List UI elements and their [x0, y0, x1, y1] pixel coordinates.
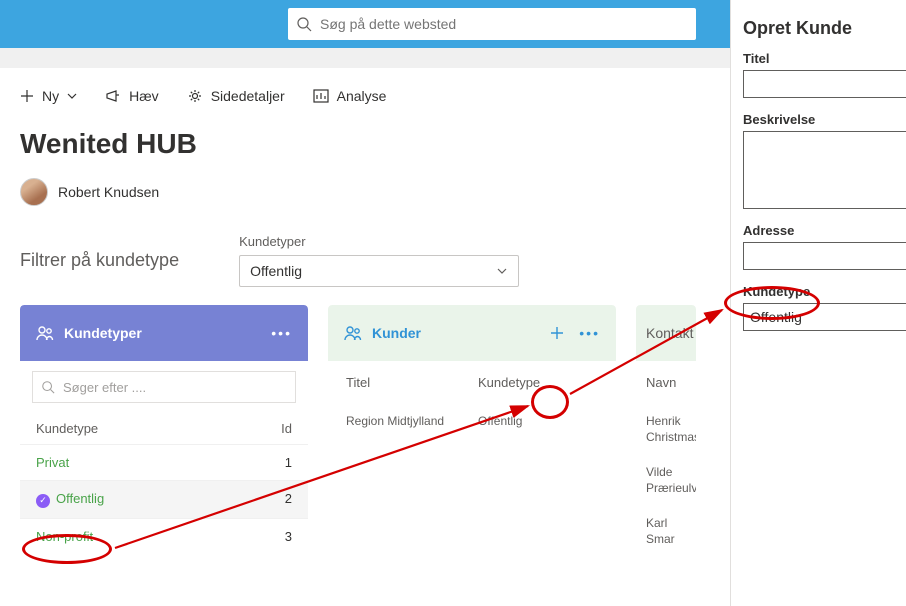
check-icon	[36, 494, 50, 508]
kundetyper-title: Kundetyper	[64, 325, 142, 341]
field-label-titel: Titel	[743, 51, 906, 66]
kundetype-field[interactable]: Offentlig	[743, 303, 906, 331]
table-row[interactable]: Region Midtjylland Offentlig	[328, 404, 616, 438]
people-icon	[36, 324, 54, 342]
raise-label: Hæv	[129, 88, 159, 104]
kunder-table-head: Titel Kundetype	[328, 361, 616, 404]
details-label: Sidedetaljer	[211, 88, 285, 104]
search-placeholder: Søger efter ....	[63, 380, 146, 395]
kundetype-dropdown[interactable]: Offentlig	[239, 255, 519, 287]
table-row[interactable]: Privat 1	[20, 444, 308, 480]
col-titel: Titel	[346, 375, 478, 390]
more-icon[interactable]: •••	[579, 325, 600, 341]
new-button[interactable]: Ny	[20, 88, 77, 104]
row-id: 1	[252, 455, 292, 470]
field-label-adresse: Adresse	[743, 223, 906, 238]
analyse-label: Analyse	[337, 88, 387, 104]
kundetype-value: Offentlig	[750, 309, 802, 325]
kunder-title: Kunder	[372, 325, 421, 341]
titel-field[interactable]	[743, 70, 906, 98]
row-name: Non-profit	[36, 529, 252, 544]
chevron-down-icon	[67, 91, 77, 101]
row-name: Privat	[36, 455, 252, 470]
kontakter-header: Kontakt	[636, 305, 696, 361]
kundetyper-card: Kundetyper ••• Søger efter .... Kundetyp…	[20, 305, 308, 558]
col-navn: Navn	[636, 361, 696, 404]
global-search[interactable]	[288, 8, 696, 40]
people-icon	[344, 324, 362, 342]
analyse-button[interactable]: Analyse	[313, 88, 387, 104]
kunder-header: Kunder •••	[328, 305, 616, 361]
plus-icon[interactable]	[549, 325, 565, 341]
filter-label: Filtrer på kundetype	[20, 234, 179, 271]
more-icon[interactable]: •••	[271, 325, 292, 341]
kundetyper-search[interactable]: Søger efter ....	[32, 371, 296, 403]
create-kunde-panel: Opret Kunde Titel Beskrivelse Adresse Ku…	[730, 0, 906, 606]
search-icon	[296, 16, 312, 32]
raise-button[interactable]: Hæv	[105, 88, 159, 104]
page-details-button[interactable]: Sidedetaljer	[187, 88, 285, 104]
col-kundetype: Kundetype	[36, 421, 252, 436]
chevron-down-icon	[496, 265, 508, 277]
row-name: Offentlig	[36, 491, 252, 508]
chart-icon	[313, 89, 329, 103]
field-label-kundetype: Kundetype	[743, 284, 906, 299]
adresse-field[interactable]	[743, 242, 906, 270]
table-row[interactable]: Non-profit 3	[20, 518, 308, 554]
panel-title: Opret Kunde	[743, 18, 906, 39]
row-id: 2	[252, 491, 292, 508]
megaphone-icon	[105, 89, 121, 103]
col-kundetype: Kundetype	[478, 375, 598, 390]
contact-row[interactable]: Henrik Christmas	[636, 404, 696, 455]
table-row-selected[interactable]: Offentlig 2	[20, 480, 308, 518]
plus-icon	[20, 89, 34, 103]
col-id: Id	[252, 421, 292, 436]
contact-row[interactable]: Karl Smar	[636, 506, 696, 557]
search-input[interactable]	[320, 16, 688, 32]
kontakter-title: Kontakt	[646, 325, 693, 341]
new-label: Ny	[42, 88, 59, 104]
kontakter-card: Kontakt Navn Henrik Christmas Vilde Prær…	[636, 305, 696, 558]
kundetyper-header: Kundetyper •••	[20, 305, 308, 361]
gear-icon	[187, 88, 203, 104]
search-icon	[41, 380, 55, 394]
field-label-beskrivelse: Beskrivelse	[743, 112, 906, 127]
kunder-card: Kunder ••• Titel Kundetype Region Midtjy…	[328, 305, 616, 558]
author-name: Robert Knudsen	[58, 184, 159, 200]
avatar	[20, 178, 48, 206]
row-title: Region Midtjylland	[346, 414, 478, 428]
dropdown-label: Kundetyper	[239, 234, 519, 249]
dropdown-value: Offentlig	[250, 263, 302, 279]
kundetyper-table-head: Kundetype Id	[20, 413, 308, 444]
row-type: Offentlig	[478, 414, 598, 428]
beskrivelse-field[interactable]	[743, 131, 906, 209]
row-id: 3	[252, 529, 292, 544]
contact-row[interactable]: Vilde Prærieulv	[636, 455, 696, 506]
